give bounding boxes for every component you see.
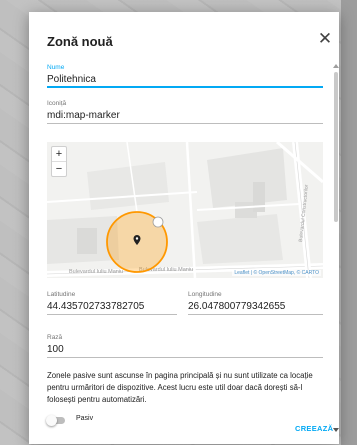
radius-input[interactable]: 100 (47, 343, 323, 358)
scroll-down-icon[interactable] (333, 428, 339, 432)
map-tiles[interactable]: Bulevardul Iuliu Maniu Bulevardul Iuliu … (47, 142, 323, 278)
radius-handle[interactable] (152, 216, 164, 228)
zone-map[interactable]: Bulevardul Iuliu Maniu Bulevardul Iuliu … (47, 142, 323, 278)
create-button[interactable]: CREEAZĂ (295, 424, 333, 433)
radius-field[interactable]: Rază 100 (47, 334, 323, 358)
dialog-content: Nume Politehnica Iconiță mdi:map-marker (46, 64, 323, 426)
toggle-knob[interactable] (46, 415, 57, 426)
radius-label: Rază (47, 334, 63, 341)
zoom-control: + − (51, 146, 67, 177)
zoom-in-button[interactable]: + (52, 147, 66, 162)
latitude-input[interactable]: 44.435702733782705 (47, 300, 177, 315)
dialog-scrollbar[interactable] (333, 64, 339, 434)
latitude-field[interactable]: Latitudine 44.435702733782705 (47, 291, 177, 315)
name-label: Nume (47, 64, 65, 71)
icon-field[interactable]: Iconiță mdi:map-marker (47, 100, 323, 124)
map-attribution[interactable]: Leaflet | © OpenStreetMap, © CARTO (232, 270, 321, 276)
icon-label: Iconiță (47, 100, 67, 107)
longitude-label: Longitudine (188, 291, 222, 298)
passive-toggle-label: Pasiv (76, 415, 94, 422)
passive-description: Zonele pasive sunt ascunse în pagina pri… (47, 371, 313, 404)
longitude-input[interactable]: 26.047800779342655 (188, 300, 323, 315)
close-icon: ✕ (317, 29, 333, 48)
zoom-out-button[interactable]: − (52, 162, 66, 176)
scroll-thumb[interactable] (334, 72, 338, 222)
dialog-title: Zonă nouă (47, 34, 113, 49)
passive-toggle[interactable] (46, 415, 65, 426)
longitude-field[interactable]: Longitudine 26.047800779342655 (188, 291, 323, 315)
scroll-up-icon[interactable] (333, 64, 339, 68)
icon-input[interactable]: mdi:map-marker (47, 109, 323, 124)
close-button[interactable]: ✕ (317, 30, 333, 48)
name-input[interactable]: Politehnica (47, 73, 323, 88)
page-scrollbar[interactable] (341, 0, 357, 445)
street-label-1: Bulevardul Iuliu Maniu (69, 269, 123, 275)
new-zone-dialog: Zonă nouă ✕ Nume Politehnica Iconiță mdi… (29, 12, 339, 444)
name-field[interactable]: Nume Politehnica (47, 64, 323, 88)
coordinates-row: Latitudine 44.435702733782705 Longitudin… (47, 291, 323, 321)
latitude-label: Latitudine (47, 291, 76, 298)
